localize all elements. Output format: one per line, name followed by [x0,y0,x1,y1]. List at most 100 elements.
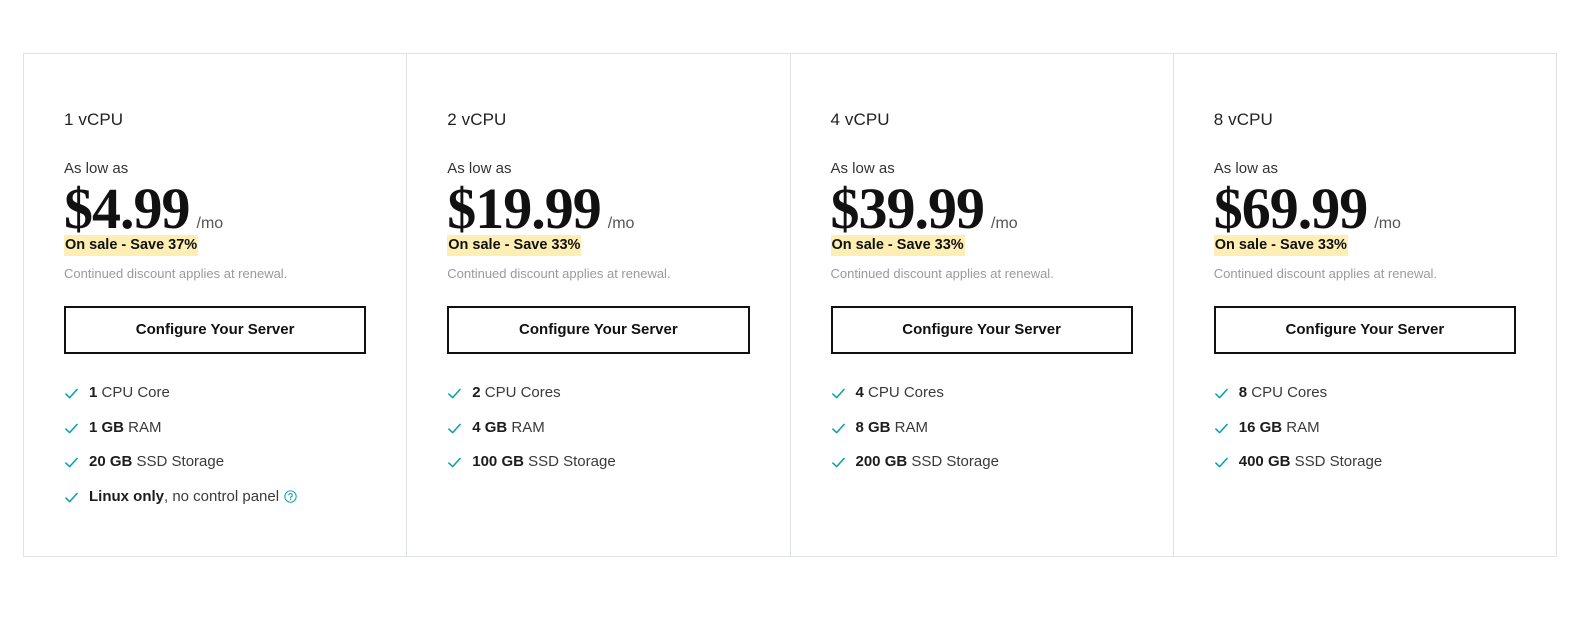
feature-item: 100 GB SSD Storage [447,453,749,472]
plan-title: 4 vCPU [830,110,890,129]
check-icon [64,421,79,436]
feature-list: 1 CPU Core 1 GB RAM 20 GB SSD Storage Linux… [64,384,366,507]
pricing-plan-table: 1 vCPU As low as $4.99/mo On sale - Save 37… [23,53,1557,557]
feature-value: 1 GB [89,418,125,436]
price-period: /mo [991,215,1018,233]
price-amount: $4.99 [64,176,190,242]
configure-server-button[interactable]: Configure Your Server [830,305,1133,354]
feature-value: 200 GB [855,453,908,471]
configure-server-button[interactable]: Configure Your Server [1213,305,1516,354]
price-amount: $39.99 [830,176,985,242]
feature-value: 8 [1238,383,1248,401]
check-icon [64,455,79,470]
feature-label: 400 GB SSD Storage [1239,453,1382,472]
status-badge: On sale - Save 33% [830,235,965,257]
feature-item: 16 GB RAM [1214,419,1516,438]
feature-unit: RAM [1282,418,1320,436]
feature-unit: CPU Cores [1247,383,1328,401]
renewal-note: Continued discount applies at renewal. [830,265,1054,281]
price-period: /mo [196,215,224,233]
check-icon [447,386,462,401]
status-badge: On sale - Save 37% [64,235,199,257]
price-row: $19.99/mo [447,180,749,238]
price-row: $39.99/mo [831,180,1133,238]
feature-item: 1 GB RAM [64,419,366,438]
feature-label: 20 GB SSD Storage [89,453,224,472]
configure-server-button[interactable]: Configure Your Server [447,305,750,354]
status-badge: On sale - Save 33% [1213,235,1348,257]
check-icon [1214,421,1229,436]
feature-value: 4 GB [472,418,508,436]
plan-card: 8 vCPU As low as $69.99/mo On sale - Save 3… [1174,54,1556,556]
feature-label: 100 GB SSD Storage [472,453,615,472]
feature-value: 4 [855,383,864,401]
check-icon [1214,455,1229,470]
feature-item: 400 GB SSD Storage [1214,453,1516,472]
feature-unit: RAM [890,418,929,436]
plan-card: 2 vCPU As low as $19.99/mo On sale - Save 3… [407,54,791,556]
feature-value: 8 GB [855,418,891,436]
feature-label: 2 CPU Cores [472,384,560,403]
feature-label: 8 CPU Cores [1239,384,1327,403]
price-row: $4.99/mo [64,180,366,238]
feature-unit: SSD Storage [132,453,225,471]
feature-unit: CPU Cores [480,383,561,401]
check-icon [64,386,79,401]
feature-label: 4 CPU Cores [856,384,944,403]
plan-card: 1 vCPU As low as $4.99/mo On sale - Save 37… [24,54,408,556]
feature-item: 200 GB SSD Storage [831,453,1133,472]
help-circle-icon[interactable] [284,489,297,503]
price-amount: $19.99 [447,176,601,242]
check-icon [64,490,79,505]
feature-item: Linux only, no control panel [64,488,366,507]
feature-label: 200 GB SSD Storage [856,453,999,472]
price-row: $69.99/mo [1214,180,1516,238]
feature-value: 400 GB [1238,453,1291,471]
feature-label: 4 GB RAM [472,419,545,438]
feature-unit: CPU Cores [863,383,944,401]
sale-badge-line: On sale - Save 37% [64,235,366,257]
feature-value: 20 GB [89,453,133,471]
plan-card: 4 vCPU As low as $39.99/mo On sale - Save 3… [791,54,1174,556]
feature-unit: RAM [507,418,545,436]
feature-label: 1 GB RAM [89,419,162,438]
price-period: /mo [607,215,635,233]
feature-unit: RAM [124,418,162,436]
feature-item: 4 CPU Cores [831,384,1133,403]
feature-value: 16 GB [1238,418,1283,436]
plan-title: 8 vCPU [1213,110,1273,129]
feature-item: 8 CPU Cores [1214,384,1516,403]
renewal-note: Continued discount applies at renewal. [447,265,671,281]
feature-label: 16 GB RAM [1239,419,1320,438]
feature-label: Linux only, no control panel [89,488,297,507]
feature-item: 20 GB SSD Storage [64,453,366,472]
feature-list: 2 CPU Cores 4 GB RAM 100 GB SSD Storage [447,384,749,472]
plan-title: 2 vCPU [447,110,507,129]
feature-list: 4 CPU Cores 8 GB RAM 200 GB SSD Storage [831,384,1133,472]
feature-item: 4 GB RAM [447,419,749,438]
feature-unit: SSD Storage [907,453,999,471]
renewal-note: Continued discount applies at renewal. [64,265,288,281]
status-badge: On sale - Save 33% [447,235,582,257]
feature-label: 8 GB RAM [856,419,929,438]
check-icon [831,421,846,436]
feature-unit: SSD Storage [523,453,616,471]
feature-item: 8 GB RAM [831,419,1133,438]
feature-value: Linux only [89,488,164,506]
feature-unit: SSD Storage [1290,453,1383,471]
price-amount: $69.99 [1213,176,1368,242]
check-icon [1214,386,1229,401]
plan-title: 1 vCPU [64,110,124,129]
configure-server-button[interactable]: Configure Your Server [64,305,367,354]
feature-item: 1 CPU Core [64,384,366,403]
check-icon [831,455,846,470]
price-period: /mo [1374,215,1401,233]
feature-unit: , no control panel [164,488,280,506]
feature-value: 2 [472,383,481,401]
check-icon [447,421,462,436]
feature-list: 8 CPU Cores 16 GB RAM 400 GB SSD Storage [1214,384,1516,472]
feature-label: 1 CPU Core [89,384,170,403]
renewal-note: Continued discount applies at renewal. [1213,265,1438,281]
feature-unit: CPU Core [97,383,170,401]
feature-value: 100 GB [472,453,524,471]
